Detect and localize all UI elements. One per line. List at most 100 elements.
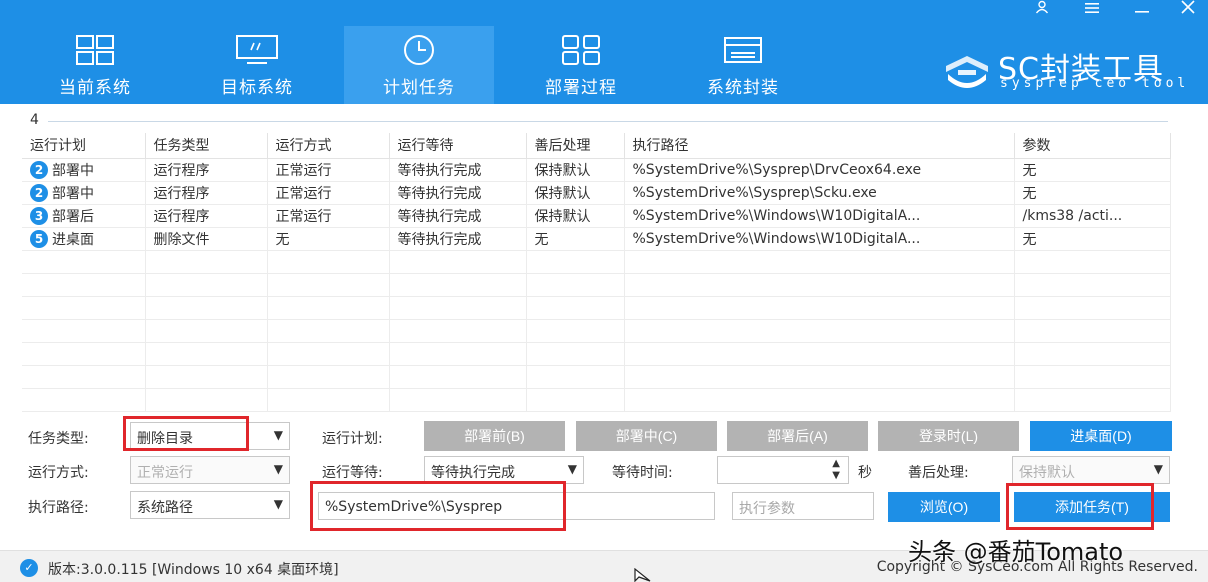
column-header-type[interactable]: 任务类型 bbox=[145, 133, 268, 159]
empty-cell bbox=[22, 342, 146, 366]
tab-deploy-process[interactable]: 部署过程 bbox=[506, 26, 656, 104]
empty-cell bbox=[624, 388, 1015, 412]
run-wait-select[interactable]: 等待执行完成 ▼ bbox=[424, 456, 584, 484]
tab-current-system[interactable]: 当前系统 bbox=[20, 26, 170, 104]
empty-cell bbox=[1014, 342, 1171, 366]
browse-button[interactable]: 浏览(O) bbox=[888, 492, 1000, 522]
plan-during-deploy-button[interactable]: 部署中(C) bbox=[576, 421, 717, 451]
cell-type: 运行程序 bbox=[145, 181, 268, 205]
after-action-select[interactable]: 保持默认 ▼ bbox=[1012, 456, 1170, 484]
cell-plan: 2 部署中 bbox=[22, 181, 146, 205]
column-header-mode[interactable]: 运行方式 bbox=[267, 133, 390, 159]
empty-cell bbox=[22, 296, 146, 320]
tab-label: 当前系统 bbox=[59, 78, 131, 98]
chevron-down-icon: ▼ bbox=[567, 462, 577, 476]
column-header-path[interactable]: 执行路径 bbox=[624, 133, 1015, 159]
spin-down-icon[interactable]: ▼ bbox=[832, 470, 840, 481]
tab-label: 计划任务 bbox=[383, 78, 455, 98]
empty-cell bbox=[389, 273, 527, 297]
empty-cell bbox=[624, 273, 1015, 297]
empty-cell bbox=[1014, 273, 1171, 297]
empty-cell bbox=[267, 273, 390, 297]
group-divider bbox=[48, 121, 1168, 122]
chevron-down-icon: ▼ bbox=[273, 428, 283, 442]
empty-cell bbox=[389, 388, 527, 412]
cell-path: %SystemDrive%\Windows\W10DigitalA... bbox=[624, 204, 1015, 228]
table-row[interactable]: 5 进桌面 删除文件 无 等待执行完成 无 %SystemDrive%\Windo… bbox=[22, 227, 1171, 251]
cell-mode: 正常运行 bbox=[267, 181, 390, 205]
exec-path-value: %SystemDrive%\Sysprep bbox=[325, 499, 503, 515]
exec-param-placeholder: 执行参数 bbox=[739, 501, 795, 517]
empty-cell bbox=[389, 296, 527, 320]
tab-system-package[interactable]: 系统封装 bbox=[668, 26, 818, 104]
column-header-param[interactable]: 参数 bbox=[1014, 133, 1171, 159]
empty-cell bbox=[389, 250, 527, 274]
cell-param: 无 bbox=[1014, 227, 1171, 251]
empty-cell bbox=[267, 365, 390, 389]
empty-cell bbox=[526, 273, 625, 297]
cell-wait: 等待执行完成 bbox=[389, 204, 527, 228]
table-row[interactable]: 3 部署后 运行程序 正常运行 等待执行完成 保持默认 %SystemDrive%… bbox=[22, 204, 1171, 228]
minimize-icon[interactable] bbox=[1122, 0, 1162, 18]
task-type-select[interactable]: 删除目录 ▼ bbox=[130, 422, 290, 450]
windows-icon bbox=[76, 35, 114, 65]
plan-text: 部署后 bbox=[52, 208, 94, 225]
empty-cell bbox=[1014, 250, 1171, 274]
close-icon[interactable] bbox=[1168, 0, 1208, 18]
column-header-after[interactable]: 善后处理 bbox=[526, 133, 625, 159]
cell-plan: 2 部署中 bbox=[22, 158, 146, 182]
sc-sysprep-window: 当前系统 目标系统 计划任务 部署过程 系统封装 SC封装工具 sysprep … bbox=[0, 0, 1208, 582]
empty-cell bbox=[526, 319, 625, 343]
task-group-number: 4 bbox=[30, 112, 39, 128]
exec-path-label: 执行路径: bbox=[28, 500, 89, 516]
table-row[interactable]: 2 部署中 运行程序 正常运行 等待执行完成 保持默认 %SystemDrive%… bbox=[22, 158, 1171, 182]
empty-cell bbox=[526, 388, 625, 412]
empty-cell bbox=[22, 273, 146, 297]
add-task-button[interactable]: 添加任务(T) bbox=[1014, 492, 1170, 522]
empty-cell bbox=[267, 296, 390, 320]
empty-cell bbox=[1014, 319, 1171, 343]
plan-after-deploy-button[interactable]: 部署后(A) bbox=[727, 421, 868, 451]
empty-cell bbox=[22, 365, 146, 389]
run-mode-select[interactable]: 正常运行 ▼ bbox=[130, 456, 290, 484]
plan-order-badge: 2 bbox=[30, 160, 48, 179]
empty-cell bbox=[145, 365, 268, 389]
empty-cell bbox=[1014, 388, 1171, 412]
tab-scheduled-tasks[interactable]: 计划任务 bbox=[344, 26, 494, 104]
table-header-row: 运行计划 任务类型 运行方式 运行等待 善后处理 执行路径 参数 bbox=[22, 133, 1171, 159]
plan-before-deploy-button[interactable]: 部署前(B) bbox=[424, 421, 565, 451]
cell-wait: 等待执行完成 bbox=[389, 181, 527, 205]
menu-icon[interactable] bbox=[1072, 0, 1112, 18]
cell-type: 删除文件 bbox=[145, 227, 268, 251]
chevron-down-icon: ▼ bbox=[273, 497, 283, 511]
after-action-value: 保持默认 bbox=[1019, 465, 1075, 481]
cell-after: 保持默认 bbox=[526, 181, 625, 205]
seconds-unit: 秒 bbox=[858, 465, 872, 481]
empty-cell bbox=[624, 365, 1015, 389]
cell-wait: 等待执行完成 bbox=[389, 227, 527, 251]
exec-param-input[interactable]: 执行参数 bbox=[732, 492, 874, 520]
exec-path-type-select[interactable]: 系统路径 ▼ bbox=[130, 491, 290, 519]
empty-row bbox=[22, 273, 1171, 297]
empty-row bbox=[22, 296, 1171, 320]
task-table: 运行计划 任务类型 运行方式 运行等待 善后处理 执行路径 参数 2 部署中 运行… bbox=[22, 133, 1171, 412]
table-row[interactable]: 2 部署中 运行程序 正常运行 等待执行完成 保持默认 %SystemDrive%… bbox=[22, 181, 1171, 205]
user-icon[interactable] bbox=[1022, 0, 1062, 18]
empty-cell bbox=[145, 296, 268, 320]
plan-desktop-button[interactable]: 进桌面(D) bbox=[1030, 421, 1172, 451]
empty-row bbox=[22, 388, 1171, 412]
spin-up-icon[interactable]: ▲ bbox=[832, 458, 840, 469]
empty-cell bbox=[526, 342, 625, 366]
exec-path-input[interactable]: %SystemDrive%\Sysprep bbox=[318, 492, 715, 520]
tab-target-system[interactable]: 目标系统 bbox=[182, 26, 332, 104]
column-header-wait[interactable]: 运行等待 bbox=[389, 133, 527, 159]
empty-cell bbox=[389, 342, 527, 366]
empty-row bbox=[22, 319, 1171, 343]
plan-login-button[interactable]: 登录时(L) bbox=[878, 421, 1019, 451]
empty-cell bbox=[267, 342, 390, 366]
column-header-plan[interactable]: 运行计划 bbox=[22, 133, 146, 159]
cell-wait: 等待执行完成 bbox=[389, 158, 527, 182]
plan-text: 进桌面 bbox=[52, 231, 94, 248]
wait-time-spinner[interactable]: ▲ ▼ bbox=[717, 456, 849, 484]
empty-cell bbox=[389, 365, 527, 389]
